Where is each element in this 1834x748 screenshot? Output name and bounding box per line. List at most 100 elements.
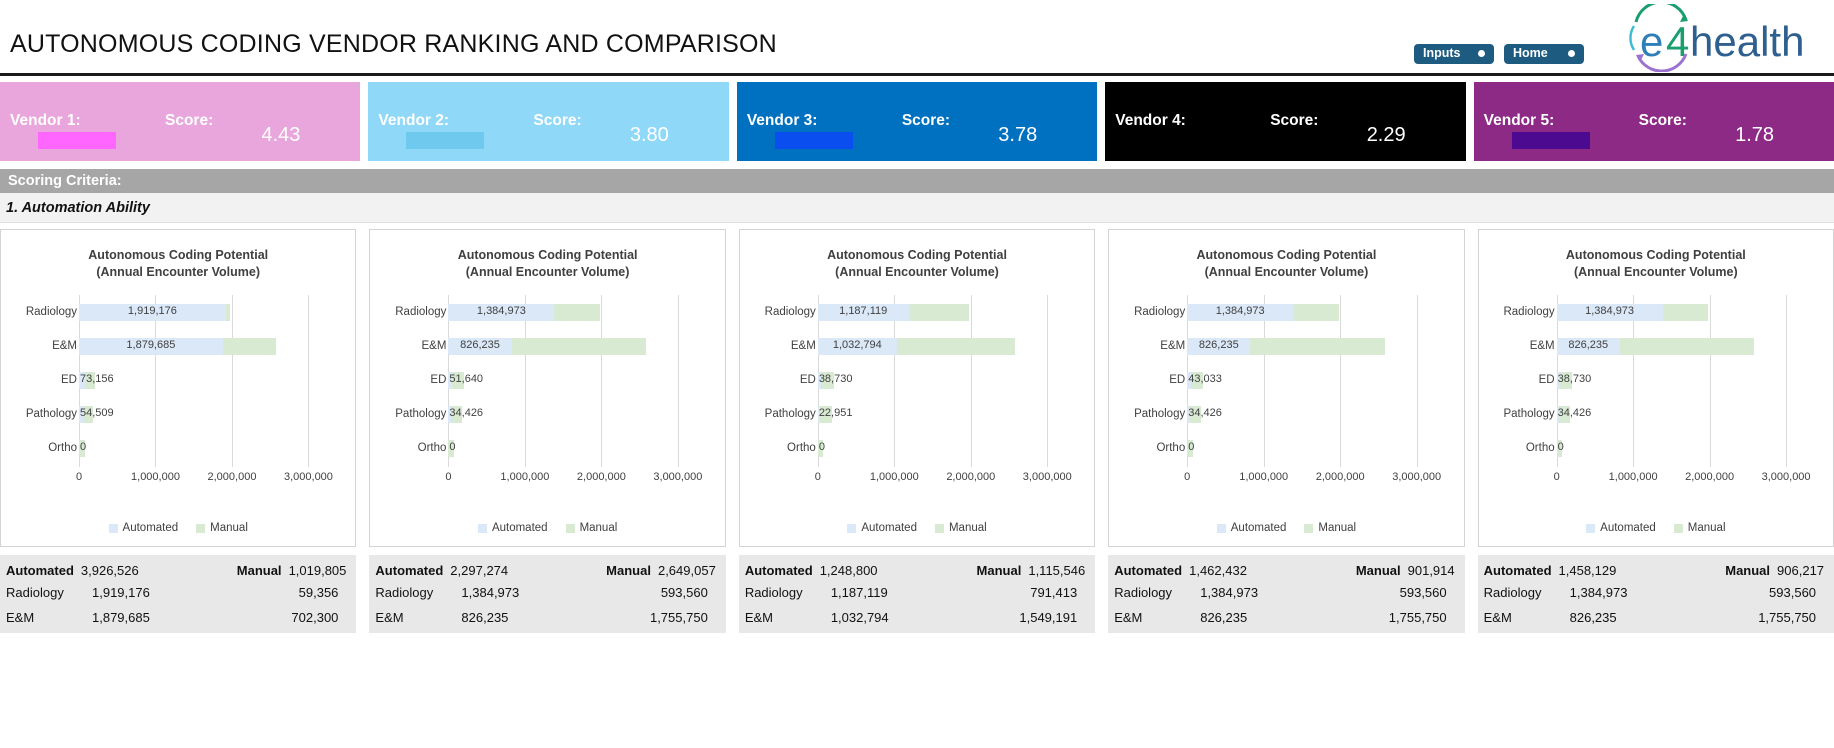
chart-bars: 1,879,685	[79, 337, 331, 355]
legend-item[interactable]: Automated	[477, 522, 548, 534]
legend-item[interactable]: Automated	[1216, 522, 1286, 534]
chart-bars: 34,426	[1556, 405, 1809, 423]
legend-item[interactable]: Manual	[196, 522, 248, 534]
home-button[interactable]: Home	[1504, 44, 1584, 64]
legend-label: Manual	[579, 522, 618, 534]
inputs-button-label: Inputs	[1423, 46, 1461, 60]
row-automated-value: 826,235	[461, 610, 509, 625]
chart-bars: 54,509	[79, 405, 331, 423]
chart-category-label: Radiology	[1503, 306, 1555, 318]
chart-title-line-2: (Annual Encounter Volume)	[96, 265, 261, 279]
chart-bar-row: E&M 826,235	[376, 329, 700, 363]
chart-plot-area: Radiology 1,384,973 E&M 826,235 ED 38,730 Path…	[1485, 295, 1817, 485]
chart-bar-row: ED 38,730	[746, 363, 1070, 397]
chart-bar-rows: Radiology 1,384,973 E&M 826,235 ED 43,033 Path…	[1115, 295, 1439, 467]
x-axis-tick-label: 2,000,000	[207, 471, 257, 483]
table-row: E&M 826,235 1,755,750	[1484, 610, 1824, 633]
vendor-card-3[interactable]: Vendor 3: Score: 3.78	[736, 82, 1098, 161]
chart-bar-row: Radiology 1,384,973	[1485, 295, 1809, 329]
svg-text:4: 4	[1666, 18, 1689, 65]
inputs-button[interactable]: Inputs	[1414, 44, 1494, 64]
chart-bar-row: Radiology 1,919,176	[7, 295, 331, 329]
chart-bars: 826,235	[1187, 337, 1439, 355]
chart-bars: 826,235	[448, 337, 700, 355]
legend-swatch-icon	[1586, 523, 1596, 533]
chart-title-line-2: (Annual Encounter Volume)	[1573, 265, 1738, 279]
chart-bars: 51,640	[448, 371, 700, 389]
chart-legend: Automated Manual	[370, 522, 724, 534]
automated-total-value: 3,926,526	[80, 563, 139, 578]
chart-category-label: ED	[1169, 374, 1186, 386]
chart-title-line-1: Autonomous Coding Potential	[1196, 248, 1377, 262]
row-manual-value: 1,755,750	[1388, 610, 1447, 625]
vendor-score-cards: Vendor 1: Score: 4.43 Vendor 2: Score: 3…	[0, 82, 1834, 161]
chart-bar-row: Pathology 34,426	[1485, 397, 1809, 431]
vendor-card-2[interactable]: Vendor 2: Score: 3.80	[368, 82, 729, 161]
chart-legend: Automated Manual	[1, 522, 355, 534]
chart-bar-row: ED 73,156	[7, 363, 331, 397]
chart-bars: 0	[448, 439, 700, 457]
chart-bar-row: Pathology 22,951	[746, 397, 1070, 431]
row-category-label: Radiology	[1483, 585, 1542, 600]
chart-bar-row: Pathology 34,426	[376, 397, 700, 431]
chart-card-vendor-2: Autonomous Coding Potential (Annual Encou…	[369, 229, 726, 547]
bar-manual	[1619, 337, 1755, 355]
home-button-label: Home	[1513, 46, 1548, 60]
legend-item[interactable]: Automated	[1586, 522, 1656, 534]
legend-item[interactable]: Automated	[108, 522, 179, 534]
x-axis-tick-label: 1,000,000	[1239, 471, 1289, 483]
legend-item[interactable]: Automated	[847, 522, 917, 534]
table-row: E&M 1,032,794 1,549,191	[745, 610, 1085, 633]
vendor-card-5[interactable]: Vendor 5: Score: 1.78	[1473, 82, 1834, 161]
legend-item[interactable]: Manual	[565, 522, 618, 534]
chart-legend: Automated Manual	[1479, 522, 1833, 534]
bar-value-label: 826,235	[460, 338, 500, 351]
x-axis-tick-label: 1,000,000	[869, 471, 919, 483]
vendor-card-1[interactable]: Vendor 1: Score: 4.43	[0, 82, 361, 161]
vendor-label: Vendor 1:	[10, 112, 81, 129]
row-category-label: Radiology	[1114, 585, 1173, 600]
chart-category-label: E&M	[421, 340, 447, 352]
vendor-card-4[interactable]: Vendor 4: Score: 2.29	[1105, 82, 1466, 161]
score-label: Score:	[1638, 112, 1687, 129]
legend-label: Automated	[122, 522, 179, 534]
chart-plot-area: Radiology 1,384,973 E&M 826,235 ED 51,640 Path…	[376, 295, 708, 485]
legend-item[interactable]: Manual	[1673, 522, 1726, 534]
bar-value-label: 1,879,685	[126, 338, 176, 351]
manual-total-value: 901,914	[1407, 563, 1455, 578]
legend-item[interactable]: Manual	[1304, 522, 1356, 534]
row-automated-value: 1,879,685	[92, 610, 150, 625]
chart-bar-row: Ortho 0	[376, 431, 700, 465]
row-category-label: Radiology	[6, 585, 64, 600]
vendor-score: 3.80	[629, 124, 669, 146]
summary-totals-row: Automated 1,458,129 Manual 906,217	[1484, 563, 1824, 585]
row-manual-value: 593,560	[1769, 585, 1817, 600]
row-automated-value: 1,384,973	[1200, 585, 1259, 600]
legend-swatch-icon	[565, 523, 575, 533]
chart-category-label: Radiology	[395, 306, 447, 318]
chart-legend: Automated Manual	[1109, 522, 1463, 534]
x-axis-tick-label: 2,000,000	[576, 471, 626, 483]
chart-x-axis: 0 1,000,000 2,000,000 3,000,000	[75, 471, 333, 487]
chart-plot-area: Radiology 1,919,176 E&M 1,879,685 ED 73,156 Pa…	[7, 295, 339, 485]
row-category-label: E&M	[6, 610, 35, 625]
chart-bars: 1,384,973	[448, 303, 700, 321]
x-axis-tick-label: 0	[75, 471, 83, 483]
bar-value-label: 0	[818, 440, 825, 453]
summary-card-vendor-1: Automated 3,926,526 Manual 1,019,805 Radiolo…	[0, 555, 357, 633]
x-axis-tick-label: 2,000,000	[1685, 471, 1735, 483]
chart-bar-row: Ortho 0	[1485, 431, 1809, 465]
chart-plot-area: Radiology 1,187,119 E&M 1,032,794 ED 38,730 Pa…	[746, 295, 1078, 485]
manual-total-value: 906,217	[1777, 563, 1825, 578]
bar-value-label: 1,919,176	[127, 304, 177, 317]
score-label: Score:	[901, 112, 951, 129]
chart-category-label: Ortho	[787, 442, 816, 454]
chart-title-line-1: Autonomous Coding Potential	[827, 248, 1007, 262]
legend-swatch-icon	[934, 523, 944, 533]
chart-title-line-2: (Annual Encounter Volume)	[1204, 265, 1369, 279]
chart-bars: 1,384,973	[1187, 303, 1439, 321]
row-category-label: Radiology	[375, 585, 434, 600]
bar-value-label: 54,509	[80, 406, 114, 419]
chart-bars: 38,730	[817, 371, 1070, 389]
legend-item[interactable]: Manual	[934, 522, 987, 534]
